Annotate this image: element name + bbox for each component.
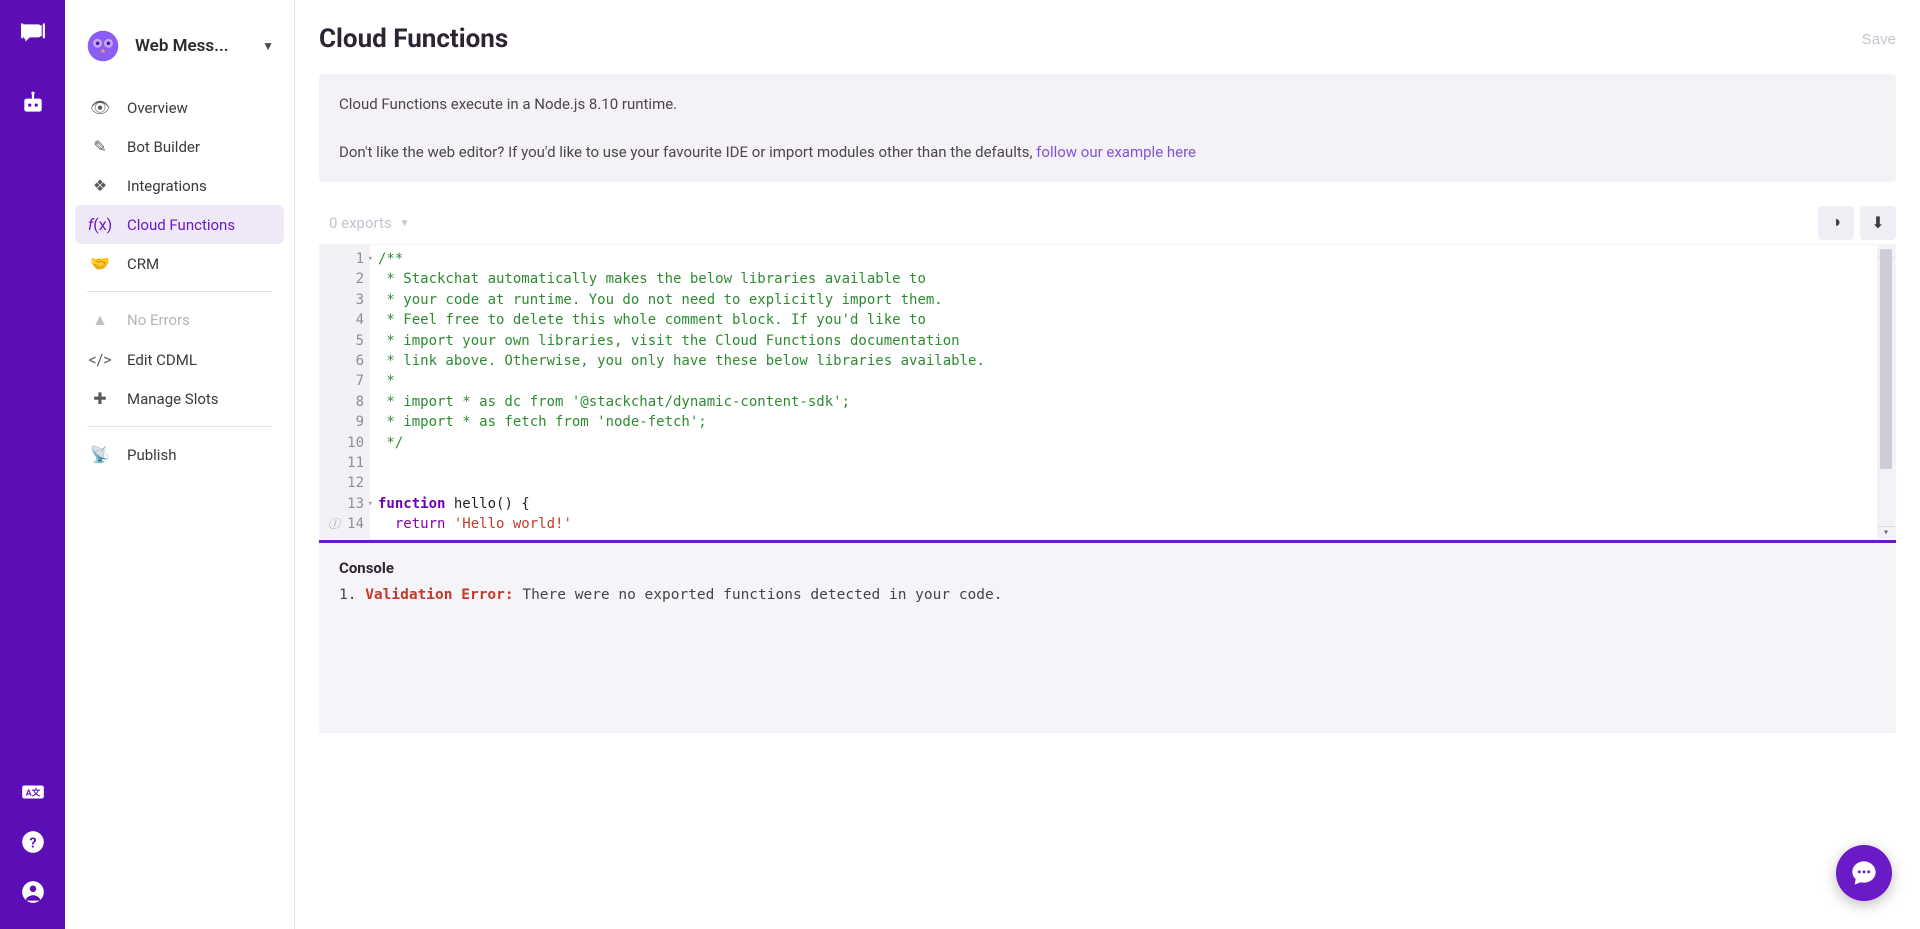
chevron-down-icon: ▼ [400, 218, 410, 229]
sidebar-item-cloud-functions[interactable]: f(x) Cloud Functions [75, 205, 284, 244]
sidebar-item-manage-slots[interactable]: ✚ Manage Slots [75, 379, 284, 418]
sidebar-item-overview[interactable]: 👁 Overview [75, 88, 284, 127]
editor-scrollbar[interactable]: ▴ ▾ [1877, 245, 1895, 539]
workspace-owl-icon [85, 28, 121, 64]
puzzle-icon: ✚ [89, 389, 111, 408]
rail-help-icon[interactable]: ? [20, 829, 46, 859]
rail-language-icon[interactable]: A文 [20, 779, 46, 809]
info-link[interactable]: follow our example here [1036, 143, 1196, 161]
sidebar-item-label: Overview [127, 99, 188, 117]
sidebar-item-edit-cdml[interactable]: </> Edit CDML [75, 340, 284, 379]
chevron-down-icon: ▼ [262, 39, 274, 53]
handshake-icon: 🤝 [89, 254, 111, 273]
main-content: Cloud Functions Save Cloud Functions exe… [295, 0, 1920, 929]
broadcast-icon: 📡 [89, 445, 111, 464]
info-banner: Cloud Functions execute in a Node.js 8.1… [319, 74, 1896, 182]
chat-icon [1850, 859, 1878, 887]
rail-account-icon[interactable] [20, 879, 46, 909]
code-editor[interactable]: 1234567891011121314 /** * Stackchat auto… [319, 244, 1896, 540]
info-line-2: Don't like the web editor? If you'd like… [339, 143, 1036, 161]
toggle-preview-button[interactable]: ◑ [1818, 206, 1854, 240]
svg-text:A文: A文 [25, 786, 40, 798]
sidebar-item-label: Manage Slots [127, 390, 219, 408]
sidebar-item-label: No Errors [127, 311, 190, 329]
fx-icon: f(x) [89, 215, 111, 234]
layers-icon: ❖ [89, 176, 111, 195]
download-icon: ⬇ [1871, 213, 1884, 233]
sidebar-item-crm[interactable]: 🤝 CRM [75, 244, 284, 283]
editor-gutter: 1234567891011121314 [320, 245, 370, 539]
workspace-selector[interactable]: Web Mess... ▼ [65, 18, 294, 88]
code-icon: </> [89, 350, 111, 369]
sidebar-item-label: Bot Builder [127, 138, 200, 156]
sidebar-item-label: Cloud Functions [127, 216, 235, 234]
svg-text:?: ? [29, 835, 36, 851]
pencil-icon: ✎ [89, 137, 111, 156]
scrollbar-thumb[interactable] [1880, 249, 1892, 469]
exports-dropdown[interactable]: 0 exports ▼ [319, 214, 410, 232]
console-panel: Console 1. Validation Error: There were … [319, 543, 1896, 733]
editor-code[interactable]: /** * Stackchat automatically makes the … [370, 245, 1877, 539]
app-rail: A文 ? [0, 0, 65, 929]
eye-icon: 👁 [89, 98, 111, 117]
sidebar-item-label: Integrations [127, 177, 207, 195]
chat-fab-button[interactable] [1836, 845, 1892, 901]
page-title: Cloud Functions [319, 24, 508, 54]
console-title: Console [339, 559, 1876, 577]
sidebar: Web Mess... ▼ 👁 Overview ✎ Bot Builder ❖… [65, 0, 295, 929]
save-button[interactable]: Save [1862, 31, 1896, 48]
exports-label: 0 exports [329, 214, 392, 232]
console-line: 1. Validation Error: There were no expor… [339, 587, 1876, 603]
sidebar-item-bot-builder[interactable]: ✎ Bot Builder [75, 127, 284, 166]
warning-icon: ▲ [89, 310, 111, 330]
rail-bot-icon[interactable] [20, 90, 46, 120]
sidebar-item-label: Edit CDML [127, 351, 197, 369]
info-line-1: Cloud Functions execute in a Node.js 8.1… [339, 92, 1876, 116]
sidebar-item-errors[interactable]: ▲ No Errors [75, 300, 284, 340]
toggle-icon: ◑ [1831, 214, 1841, 232]
sidebar-item-label: CRM [127, 255, 159, 273]
sidebar-item-publish[interactable]: 📡 Publish [75, 435, 284, 474]
download-button[interactable]: ⬇ [1860, 206, 1896, 240]
sidebar-item-integrations[interactable]: ❖ Integrations [75, 166, 284, 205]
sidebar-item-label: Publish [127, 446, 176, 464]
rail-messages-icon[interactable] [20, 20, 46, 50]
workspace-name: Web Mess... [135, 36, 262, 56]
